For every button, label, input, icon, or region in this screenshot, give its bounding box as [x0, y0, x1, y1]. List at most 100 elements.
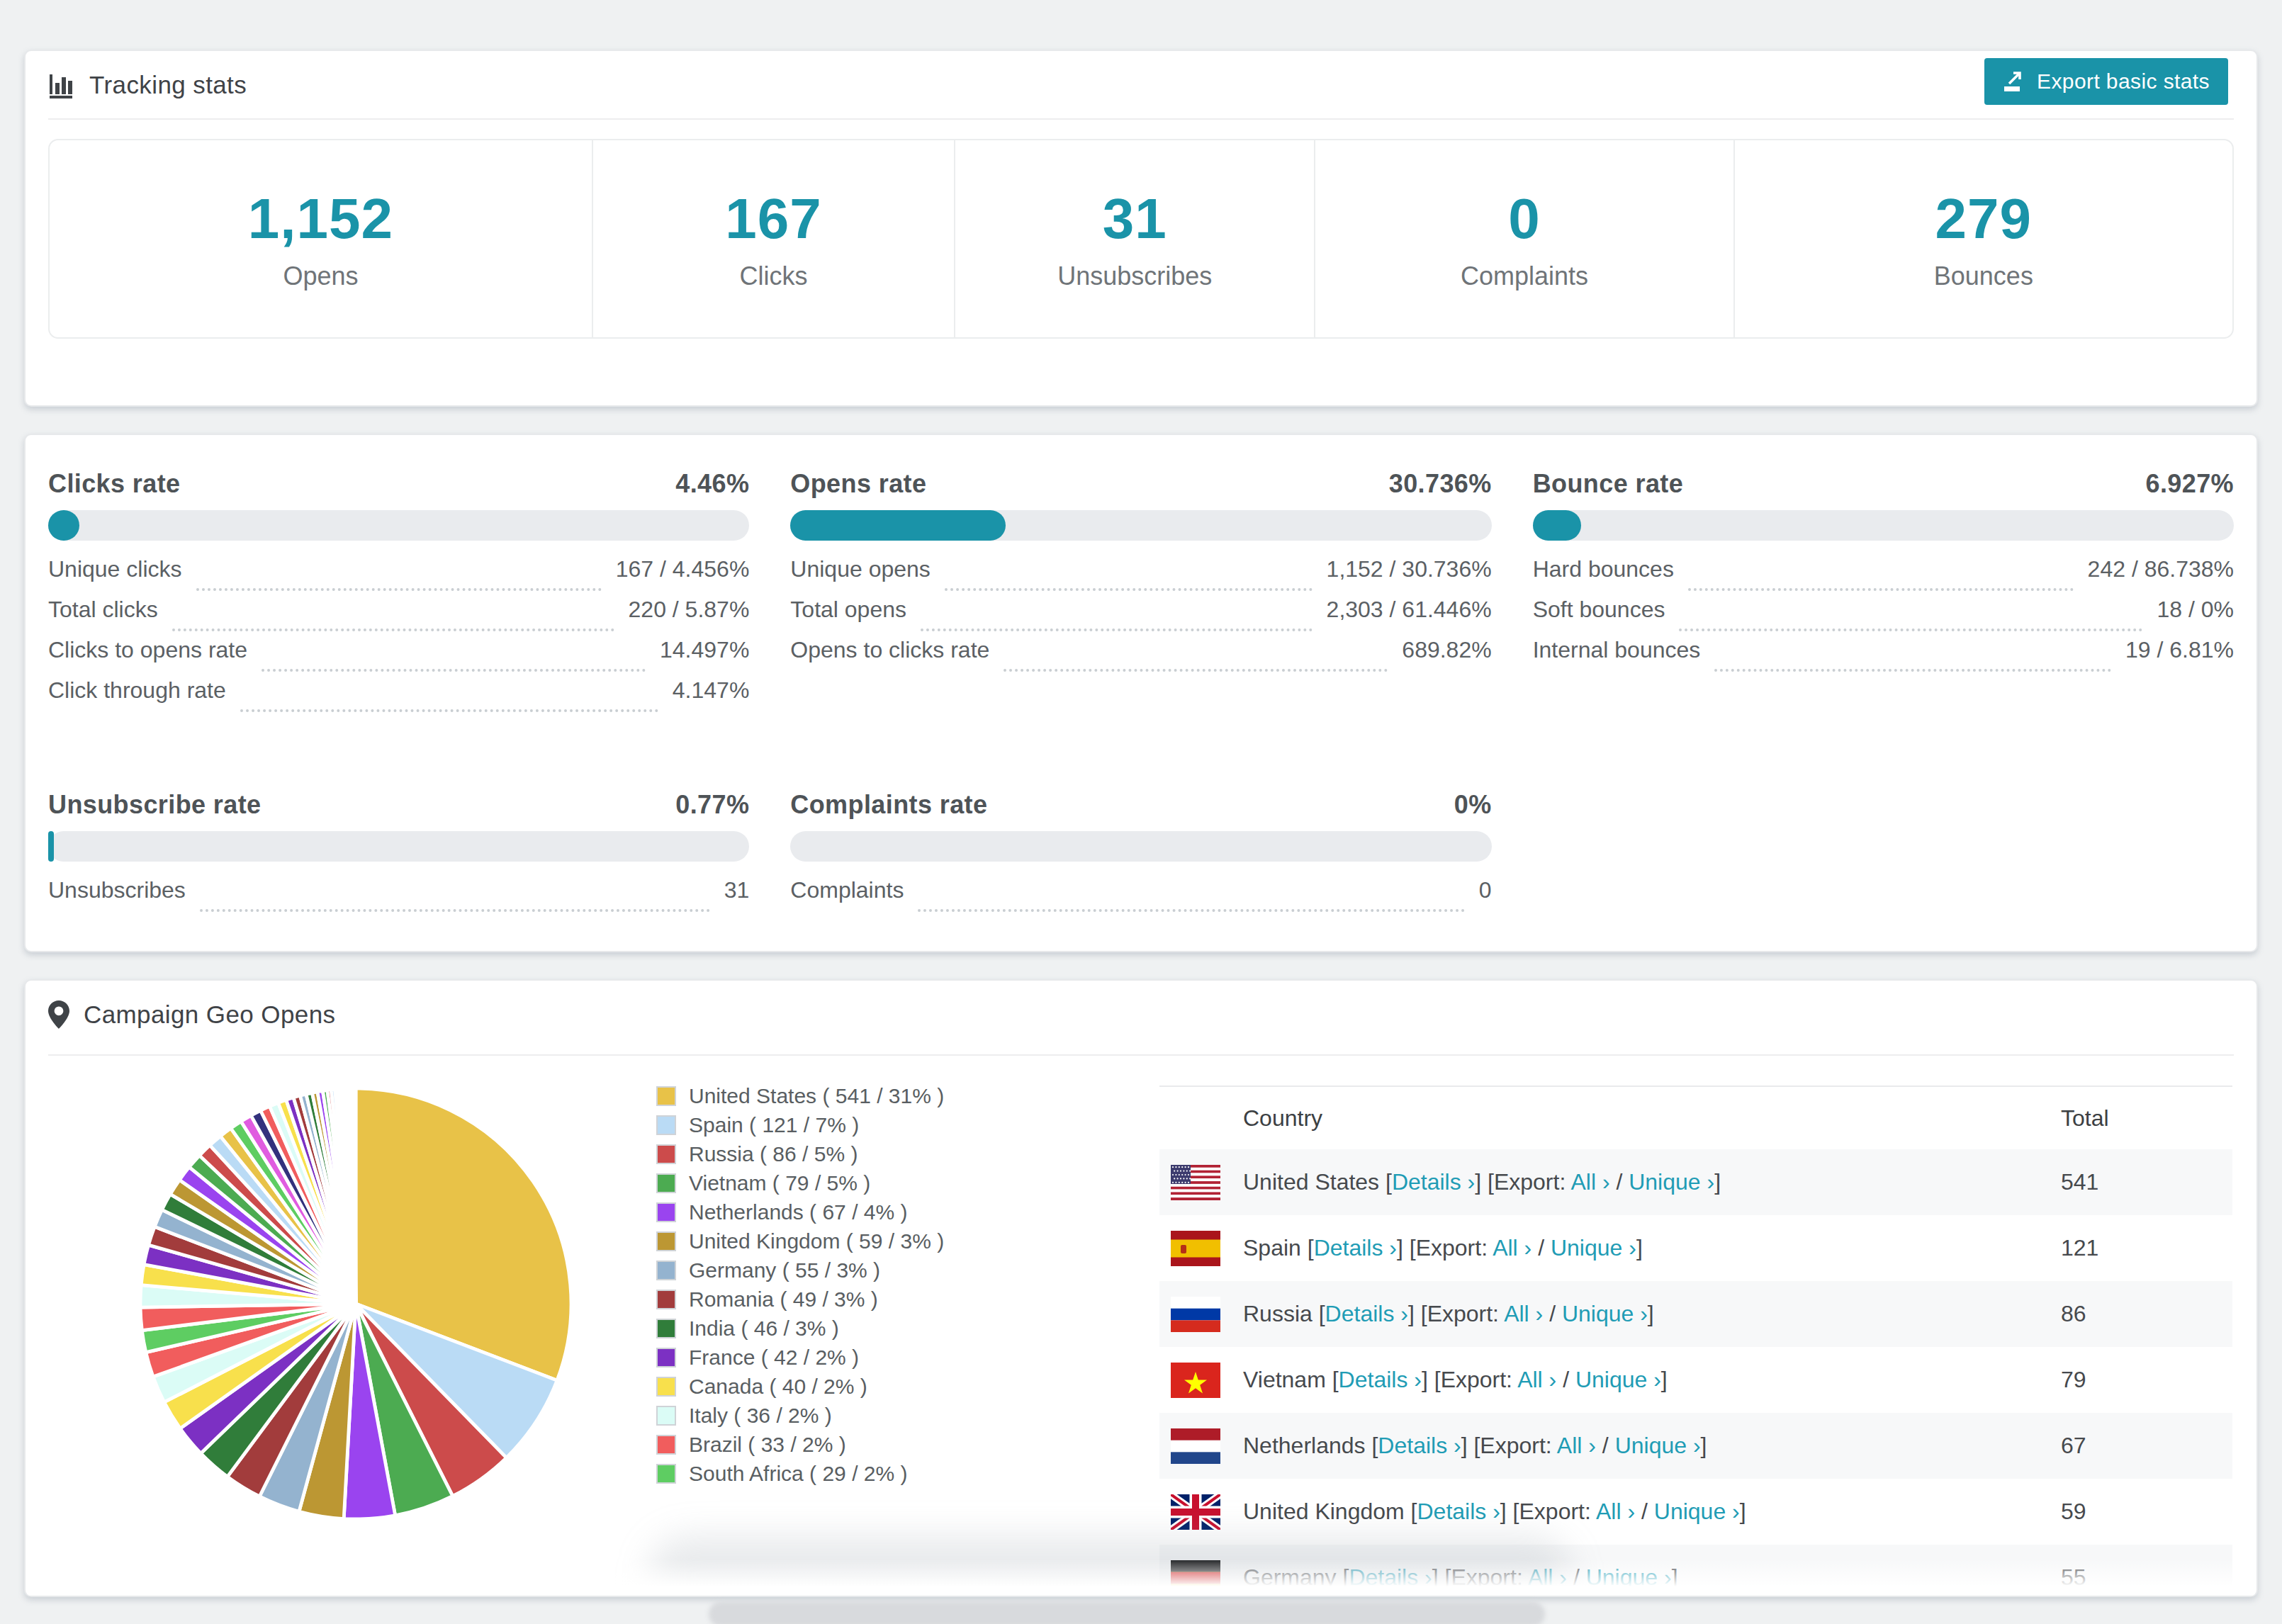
legend-swatch: [656, 1115, 676, 1135]
geo-table-row-ru: Russia [Details ›] [Export: All › / Uniq…: [1159, 1281, 2232, 1347]
details-link[interactable]: Details ›: [1378, 1433, 1461, 1458]
rate-row-label: Opens to clicks rate: [790, 637, 989, 663]
legend-item-ca[interactable]: Canada ( 40 / 2% ): [656, 1372, 944, 1401]
geo-table-row-de: Germany [Details ›] [Export: All › / Uni…: [1159, 1545, 2232, 1597]
dotted-leader: [918, 909, 1464, 912]
dotted-leader: [945, 588, 1313, 591]
legend-item-us[interactable]: United States ( 541 / 31% ): [656, 1081, 944, 1110]
legend-label: Russia ( 86 / 5% ): [689, 1142, 858, 1166]
legend-label: France ( 42 / 2% ): [689, 1346, 859, 1370]
stat-label: Unsubscribes: [1057, 261, 1212, 291]
details-link[interactable]: Details ›: [1349, 1564, 1432, 1590]
stat-label: Bounces: [1934, 261, 2033, 291]
rate-row-value: 167 / 4.456%: [616, 556, 750, 582]
rate-rows: Unsubscribes31: [48, 877, 749, 918]
export-all-link[interactable]: All ›: [1493, 1235, 1531, 1261]
export-unique-link[interactable]: Unique ›: [1562, 1301, 1648, 1326]
rate-row: Total clicks220 / 5.87%: [48, 597, 749, 637]
export-unique-link[interactable]: Unique ›: [1615, 1433, 1701, 1458]
legend-label: Vietnam ( 79 / 5% ): [689, 1171, 870, 1195]
legend-label: Brazil ( 33 / 2% ): [689, 1433, 846, 1457]
summary-stat-bounces: 279Bounces: [1735, 140, 2232, 337]
export-unique-link[interactable]: Unique ›: [1586, 1564, 1672, 1590]
export-all-link[interactable]: All ›: [1504, 1301, 1543, 1326]
rate-value: 0.77%: [675, 790, 749, 820]
stat-value: 167: [725, 186, 821, 252]
rate-row-value: 689.82%: [1402, 637, 1491, 663]
rate-title-row: Unsubscribe rate0.77%: [48, 790, 749, 820]
export-all-link[interactable]: All ›: [1528, 1564, 1567, 1590]
rate-row-label: Complaints: [790, 877, 904, 903]
rate-row: Unique opens1,152 / 30.736%: [790, 556, 1491, 597]
legend-label: Romania ( 49 / 3% ): [689, 1287, 878, 1312]
details-link[interactable]: Details ›: [1339, 1367, 1422, 1392]
total-cell: 541: [2061, 1169, 2098, 1195]
tracking-stats-header: Tracking stats Export basic stats: [26, 51, 2256, 119]
legend-item-de[interactable]: Germany ( 55 / 3% ): [656, 1256, 944, 1285]
legend-swatch: [656, 1173, 676, 1193]
bar-chart-icon: [48, 72, 75, 98]
rate-row-value: 14.497%: [660, 637, 749, 663]
legend-item-za[interactable]: South Africa ( 29 / 2% ): [656, 1459, 944, 1488]
total-cell: 86: [2061, 1301, 2086, 1327]
details-link[interactable]: Details ›: [1417, 1499, 1500, 1524]
export-unique-link[interactable]: Unique ›: [1654, 1499, 1740, 1524]
rate-row-value: 4.147%: [673, 677, 750, 704]
summary-stat-complaints: 0Complaints: [1315, 140, 1734, 337]
legend-item-es[interactable]: Spain ( 121 / 7% ): [656, 1110, 944, 1139]
rate-title: Complaints rate: [790, 790, 987, 820]
details-link[interactable]: Details ›: [1392, 1169, 1475, 1195]
legend-item-nl[interactable]: Netherlands ( 67 / 4% ): [656, 1197, 944, 1227]
geo-title: Campaign Geo Opens: [48, 1000, 335, 1029]
rate-row-label: Unique opens: [790, 556, 930, 582]
rate-row-value: 220 / 5.87%: [629, 597, 750, 623]
rate-title: Clicks rate: [48, 469, 181, 499]
legend-item-fr[interactable]: France ( 42 / 2% ): [656, 1343, 944, 1372]
legend-item-br[interactable]: Brazil ( 33 / 2% ): [656, 1430, 944, 1459]
total-cell: 59: [2061, 1499, 2086, 1525]
pie-slice-55[interactable]: [355, 1088, 356, 1304]
legend-item-ro[interactable]: Romania ( 49 / 3% ): [656, 1285, 944, 1314]
horizontal-scrollbar-thumb[interactable]: [709, 1601, 1545, 1624]
dotted-leader: [196, 588, 602, 591]
total-cell: 79: [2061, 1367, 2086, 1393]
rate-row-value: 0: [1479, 877, 1492, 903]
export-all-link[interactable]: All ›: [1557, 1433, 1596, 1458]
summary-stat-unsubscribes: 31Unsubscribes: [955, 140, 1315, 337]
column-country: Country: [1243, 1105, 1322, 1132]
export-unique-link[interactable]: Unique ›: [1575, 1367, 1661, 1392]
rate-progress-fill: [1533, 510, 1582, 541]
geo-table-row-vn: Vietnam [Details ›] [Export: All › / Uni…: [1159, 1347, 2232, 1413]
campaign-geo-opens-card: Campaign Geo Opens United States ( 541 /…: [24, 979, 2258, 1597]
export-basic-stats-button[interactable]: Export basic stats: [1984, 58, 2228, 105]
legend-item-gb[interactable]: United Kingdom ( 59 / 3% ): [656, 1227, 944, 1256]
legend-label: Netherlands ( 67 / 4% ): [689, 1200, 907, 1224]
details-link[interactable]: Details ›: [1325, 1301, 1408, 1326]
country-cell: Germany [Details ›] [Export: All › / Uni…: [1243, 1564, 1678, 1591]
rate-rows: Unique opens1,152 / 30.736%Total opens2,…: [790, 556, 1491, 677]
rate-progress-fill: [48, 510, 79, 541]
geo-pie-chart[interactable]: [129, 1077, 583, 1530]
rate-title-row: Opens rate30.736%: [790, 469, 1491, 499]
legend-item-in[interactable]: India ( 46 / 3% ): [656, 1314, 944, 1343]
legend-label: United States ( 541 / 31% ): [689, 1084, 944, 1108]
details-link[interactable]: Details ›: [1314, 1235, 1397, 1261]
tracking-stats-page: Tracking stats Export basic stats 1,152O…: [0, 0, 2282, 1624]
legend-item-ru[interactable]: Russia ( 86 / 5% ): [656, 1139, 944, 1168]
dotted-leader: [262, 669, 646, 672]
legend-item-vn[interactable]: Vietnam ( 79 / 5% ): [656, 1168, 944, 1197]
export-all-link[interactable]: All ›: [1517, 1367, 1556, 1392]
rates-grid: Clicks rate4.46%Unique clicks167 / 4.456…: [48, 469, 2234, 918]
geo-table-row-gb: United Kingdom [Details ›] [Export: All …: [1159, 1479, 2232, 1545]
rate-row: Total opens2,303 / 61.446%: [790, 597, 1491, 637]
export-all-link[interactable]: All ›: [1596, 1499, 1635, 1524]
export-unique-link[interactable]: Unique ›: [1629, 1169, 1714, 1195]
export-unique-link[interactable]: Unique ›: [1551, 1235, 1636, 1261]
export-all-link[interactable]: All ›: [1570, 1169, 1609, 1195]
rate-row-value: 2,303 / 61.446%: [1327, 597, 1492, 623]
legend-item-it[interactable]: Italy ( 36 / 2% ): [656, 1401, 944, 1430]
map-marker-icon: [48, 1000, 69, 1029]
rate-row: Opens to clicks rate 689.82%: [790, 637, 1491, 677]
rate-row: Click through rate4.147%: [48, 677, 749, 718]
rate-block-opens-rate: Opens rate30.736% Unique opens1,152 / 30.…: [790, 469, 1491, 677]
